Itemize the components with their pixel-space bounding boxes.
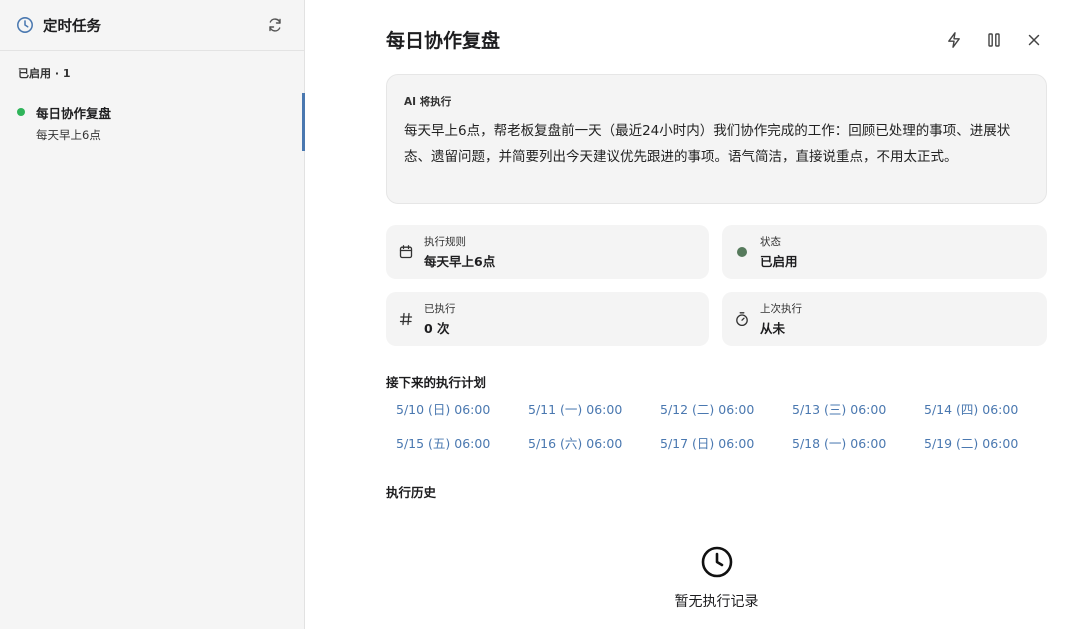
schedule-item[interactable]: 5/15 (五) 06:00 — [386, 432, 518, 466]
rule-value: 每天早上6点 — [424, 254, 496, 269]
schedule-item[interactable]: 5/18 (一) 06:00 — [782, 432, 914, 466]
pause-icon — [988, 33, 1000, 47]
task-name: 每日协作复盘 — [36, 106, 112, 121]
history-empty-text: 暂无执行记录 — [674, 594, 759, 610]
run-count-card: 已执行 0 次 — [386, 292, 709, 346]
schedule-item[interactable]: 5/19 (二) 06:00 — [914, 432, 1046, 466]
history-section-title: 执行历史 — [386, 485, 437, 500]
schedule-item[interactable]: 5/12 (二) 06:00 — [650, 398, 782, 432]
schedule-list: 5/10 (日) 06:00 5/11 (一) 06:00 5/12 (二) 0… — [386, 398, 1047, 466]
status-dot — [737, 247, 747, 257]
group-label-enabled: 已启用 · 1 — [18, 67, 71, 80]
history-empty-state: 暂无执行记录 — [386, 545, 1047, 611]
last-run-card: 上次执行 从未 — [722, 292, 1047, 346]
run-count-value: 0 次 — [424, 321, 450, 336]
close-icon — [1028, 34, 1040, 46]
lightning-icon — [948, 32, 960, 48]
rule-label: 执行规则 — [424, 236, 466, 248]
refresh-icon — [269, 18, 281, 32]
task-detail: 每日协作复盘 AI 将执行 每天早上6点，帮老板复盘前一天（最近24小时内）我们… — [386, 0, 1047, 629]
task-schedule: 每天早上6点 — [36, 128, 101, 142]
schedule-item[interactable]: 5/14 (四) 06:00 — [914, 398, 1046, 432]
refresh-button[interactable] — [262, 12, 288, 38]
calendar-icon — [399, 245, 413, 259]
hash-icon — [399, 312, 413, 326]
ai-instruction-text: 每天早上6点，帮老板复盘前一天（最近24小时内）我们协作完成的工作：回顾已处理的… — [404, 123, 1011, 165]
schedule-item[interactable]: 5/13 (三) 06:00 — [782, 398, 914, 432]
schedule-item[interactable]: 5/11 (一) 06:00 — [518, 398, 650, 432]
last-run-label: 上次执行 — [760, 303, 802, 315]
rule-card: 执行规则 每天早上6点 — [386, 225, 709, 279]
ai-label: AI 将执行 — [404, 96, 452, 108]
run-now-button[interactable] — [941, 27, 967, 53]
last-run-value: 从未 — [760, 321, 786, 336]
status-label: 状态 — [760, 236, 781, 248]
sidebar-header: 定时任务 — [0, 0, 304, 51]
close-button[interactable] — [1021, 27, 1047, 53]
clock-icon — [701, 546, 732, 578]
task-list-item[interactable]: 每日协作复盘 每天早上6点 — [0, 93, 305, 151]
sidebar: 定时任务 已启用 · 1 每日协作复盘 每天早上6点 — [0, 0, 305, 629]
run-count-label: 已执行 — [424, 303, 456, 315]
detail-actions — [927, 27, 1047, 53]
plan-section-title: 接下来的执行计划 — [386, 375, 487, 390]
ai-instruction-box: AI 将执行 每天早上6点，帮老板复盘前一天（最近24小时内）我们协作完成的工作… — [386, 74, 1047, 204]
enabled-status-dot — [17, 108, 25, 116]
stopwatch-icon — [736, 312, 748, 327]
page-title: 每日协作复盘 — [386, 30, 501, 52]
schedule-item[interactable]: 5/17 (日) 06:00 — [650, 432, 782, 466]
status-value: 已启用 — [760, 254, 798, 269]
schedule-item[interactable]: 5/10 (日) 06:00 — [386, 398, 518, 432]
schedule-item[interactable]: 5/16 (六) 06:00 — [518, 432, 650, 466]
status-card: 状态 已启用 — [722, 225, 1047, 279]
sidebar-title: 定时任务 — [43, 18, 101, 35]
pause-button[interactable] — [981, 27, 1007, 53]
clock-icon — [17, 17, 33, 33]
